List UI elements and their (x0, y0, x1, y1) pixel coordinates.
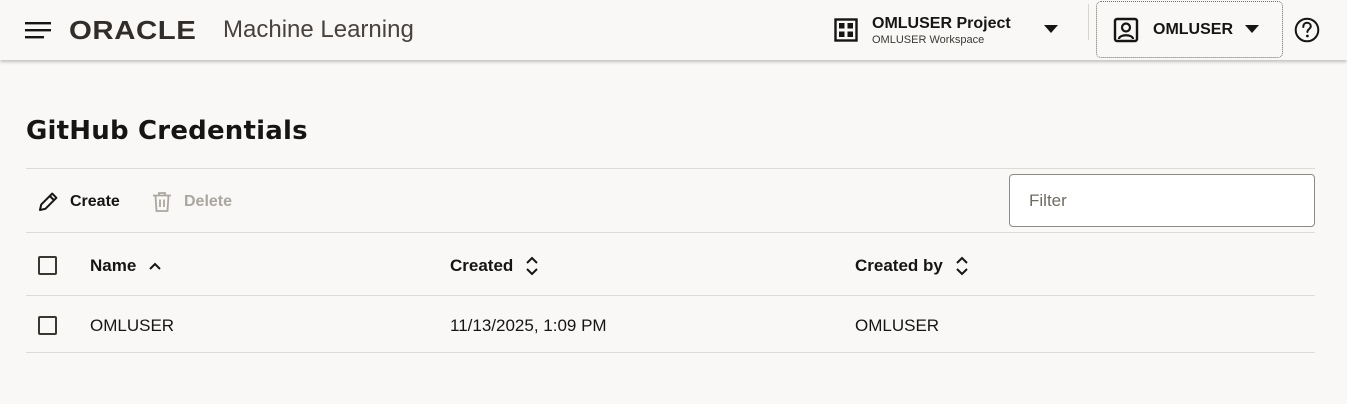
header-divider (1088, 4, 1089, 40)
page-title: GitHub Credentials (26, 116, 308, 146)
caret-down-icon (1044, 25, 1058, 33)
create-label: Create (70, 193, 120, 210)
sort-icon (526, 256, 539, 276)
row-divider (26, 352, 1315, 353)
hamburger-menu-icon[interactable] (20, 16, 56, 44)
workspace-name: OMLUSER Workspace (872, 33, 985, 46)
project-name: OMLUSER Project (872, 14, 1011, 32)
column-header-label: Created by (855, 256, 943, 275)
delete-label: Delete (184, 193, 233, 210)
header-row-divider (26, 295, 1315, 296)
brand: ORACLE Machine Learning (69, 14, 414, 45)
column-header-created-by[interactable]: Created by (855, 254, 969, 278)
oracle-logo: ORACLE (69, 14, 197, 45)
user-name: OMLUSER (1153, 20, 1233, 38)
column-header-name[interactable]: Name (90, 254, 162, 278)
caret-down-icon (1245, 25, 1259, 33)
column-header-label: Created (450, 256, 514, 275)
pencil-icon (39, 192, 58, 211)
select-all-checkbox[interactable] (38, 256, 57, 275)
user-menu-button[interactable]: OMLUSER (1096, 1, 1283, 58)
app-header: ORACLE Machine Learning OMLUSER Project … (0, 0, 1347, 60)
help-icon[interactable] (1294, 17, 1320, 43)
filter-input[interactable] (1009, 174, 1315, 227)
sort-icon (956, 256, 968, 276)
title-divider (26, 168, 1315, 169)
column-header-label: Name (90, 256, 137, 275)
project-selector[interactable]: OMLUSER Project OMLUSER Workspace (828, 10, 1068, 50)
trash-icon (153, 192, 171, 212)
cell-created-by: OMLUSER (855, 316, 940, 335)
grid-icon (834, 18, 858, 42)
delete-button[interactable]: Delete (150, 188, 232, 216)
create-button[interactable]: Create (36, 188, 120, 216)
app-name: Machine Learning (223, 16, 414, 43)
column-header-created[interactable]: Created (450, 254, 539, 278)
user-icon (1113, 17, 1139, 42)
row-checkbox[interactable] (38, 316, 57, 335)
cell-name: OMLUSER (90, 316, 175, 335)
cell-created: 11/13/2025, 1:09 PM (450, 316, 607, 335)
toolbar-divider (26, 232, 1315, 233)
sort-ascending-icon (149, 262, 162, 270)
